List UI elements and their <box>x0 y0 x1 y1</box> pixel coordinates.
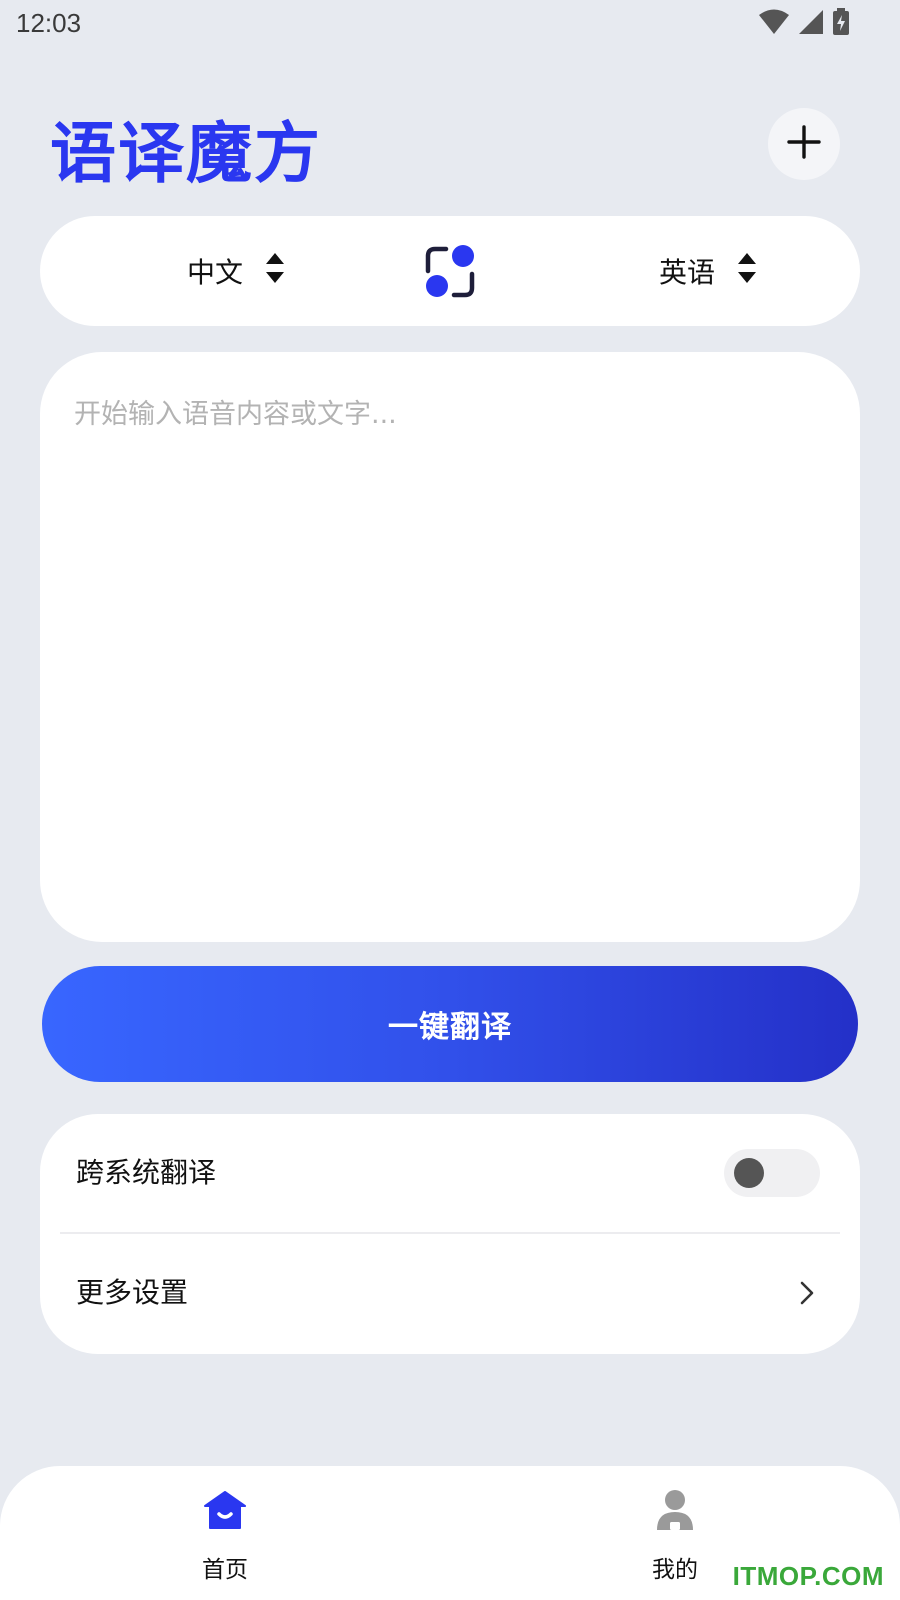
chevron-right-icon <box>792 1278 822 1308</box>
app-title: 语译魔方 <box>50 115 322 192</box>
nav-label-home: 首页 <box>202 1557 248 1583</box>
wifi-icon <box>758 9 790 39</box>
battery-charging-icon <box>832 8 850 40</box>
language-bar: 中文 英语 <box>40 216 860 326</box>
plus-icon <box>786 124 822 164</box>
swap-languages-icon <box>422 245 478 304</box>
translation-input[interactable] <box>72 390 832 894</box>
more-settings-row[interactable]: 更多设置 <box>40 1234 860 1352</box>
nav-item-mine[interactable]: 我的 <box>605 1466 745 1600</box>
user-icon <box>653 1488 697 1532</box>
nav-item-home[interactable]: 首页 <box>155 1466 295 1600</box>
sort-updown-icon <box>737 251 757 292</box>
status-icons <box>758 8 850 40</box>
signal-icon <box>798 9 824 39</box>
watermark: ITMOP.COM <box>732 1561 884 1591</box>
swap-languages-button[interactable] <box>422 244 478 300</box>
status-time: 12:03 <box>16 8 82 38</box>
settings-card: 跨系统翻译 更多设置 <box>40 1114 860 1354</box>
target-language-select[interactable]: 英语 <box>659 216 757 326</box>
target-language-label: 英语 <box>659 256 716 289</box>
cross-system-translate-label: 跨系统翻译 <box>76 1156 217 1189</box>
translate-button[interactable]: 一键翻译 <box>42 966 858 1082</box>
nav-label-mine: 我的 <box>652 1557 698 1583</box>
add-button[interactable] <box>768 108 840 180</box>
home-icon <box>203 1488 247 1532</box>
cross-system-translate-row: 跨系统翻译 <box>40 1114 860 1232</box>
source-language-label: 中文 <box>187 256 244 289</box>
source-language-select[interactable]: 中文 <box>187 216 285 326</box>
status-bar: 12:03 <box>0 0 900 50</box>
more-settings-label: 更多设置 <box>76 1276 189 1309</box>
input-card <box>40 352 860 942</box>
sort-updown-icon <box>265 251 285 292</box>
toggle-knob <box>734 1158 764 1188</box>
cross-system-translate-toggle[interactable] <box>724 1149 820 1197</box>
